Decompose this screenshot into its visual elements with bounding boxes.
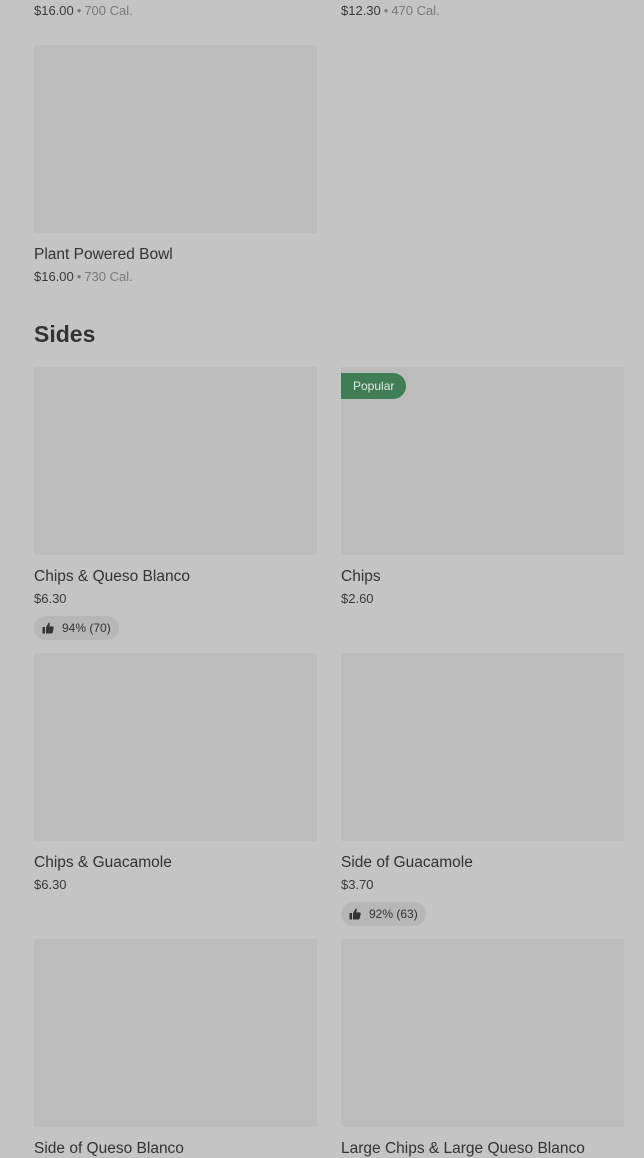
item-image <box>34 653 317 841</box>
item-name: Large Chips & Large Queso Blanco <box>341 1140 585 1157</box>
rating-text: 92% (63) <box>369 907 418 921</box>
menu-item-card-large-chips-large-queso-blanco[interactable]: Large Chips & Large Queso Blanco <box>341 939 624 1158</box>
item-price: $12.30 <box>341 3 381 18</box>
item-image <box>341 653 624 841</box>
item-price: $6.30 <box>34 591 67 606</box>
item-name: Plant Powered Bowl <box>34 246 173 263</box>
item-image <box>34 367 317 555</box>
item-calories: 700 Cal. <box>84 3 133 18</box>
item-image <box>34 45 317 233</box>
rating-badge: 92% (63) <box>341 902 426 926</box>
rating-badge: 94% (70) <box>34 616 119 640</box>
item-name: Side of Queso Blanco <box>34 1140 184 1157</box>
item-price: $3.70 <box>341 877 374 892</box>
item-name: Chips & Queso Blanco <box>34 568 190 585</box>
item-price: $2.60 <box>341 591 374 606</box>
menu-item-meta: $3.70 <box>341 877 624 893</box>
separator-dot: • <box>76 3 82 18</box>
menu-item-card-chips-queso-blanco[interactable]: Chips & Queso Blanco $6.30 94% (70) <box>34 367 317 640</box>
item-image <box>34 939 317 1127</box>
menu-item-card-side-of-queso-blanco[interactable]: Side of Queso Blanco <box>34 939 317 1158</box>
section-title-sides: Sides <box>34 321 96 347</box>
menu-item-meta: $6.30 <box>34 877 317 893</box>
menu-item-meta: $2.60 <box>341 591 624 607</box>
item-price: $16.00 <box>34 3 74 18</box>
menu-item-meta: $16.00 • 700 Cal. <box>34 3 133 19</box>
menu-item-card-chips[interactable]: Popular Chips $2.60 <box>341 367 624 607</box>
menu-item-card-side-of-guacamole[interactable]: Side of Guacamole $3.70 92% (63) <box>341 653 624 926</box>
item-calories: 470 Cal. <box>391 3 440 18</box>
menu-item-card-plant-powered-bowl[interactable]: Plant Powered Bowl $16.00 • 730 Cal. <box>34 45 317 285</box>
popular-badge: Popular <box>341 373 407 399</box>
thumbs-up-icon <box>42 622 54 634</box>
separator-dot: • <box>76 269 82 284</box>
item-price: $16.00 <box>34 269 74 284</box>
item-name: Chips <box>341 568 381 585</box>
rating-text: 94% (70) <box>62 621 111 635</box>
item-name: Side of Guacamole <box>341 854 473 871</box>
item-price: $6.30 <box>34 877 67 892</box>
item-name: Chips & Guacamole <box>34 854 172 871</box>
thumbs-up-icon <box>349 908 361 920</box>
item-image <box>341 939 624 1127</box>
item-image: Popular <box>341 367 624 555</box>
menu-item-card-chips-guacamole[interactable]: Chips & Guacamole $6.30 <box>34 653 317 893</box>
item-calories: 730 Cal. <box>84 269 133 284</box>
menu-item-meta: $12.30 • 470 Cal. <box>341 3 440 19</box>
menu-item-meta: $16.00 • 730 Cal. <box>34 269 317 285</box>
separator-dot: • <box>383 3 389 18</box>
menu-item-meta: $6.30 <box>34 591 317 607</box>
